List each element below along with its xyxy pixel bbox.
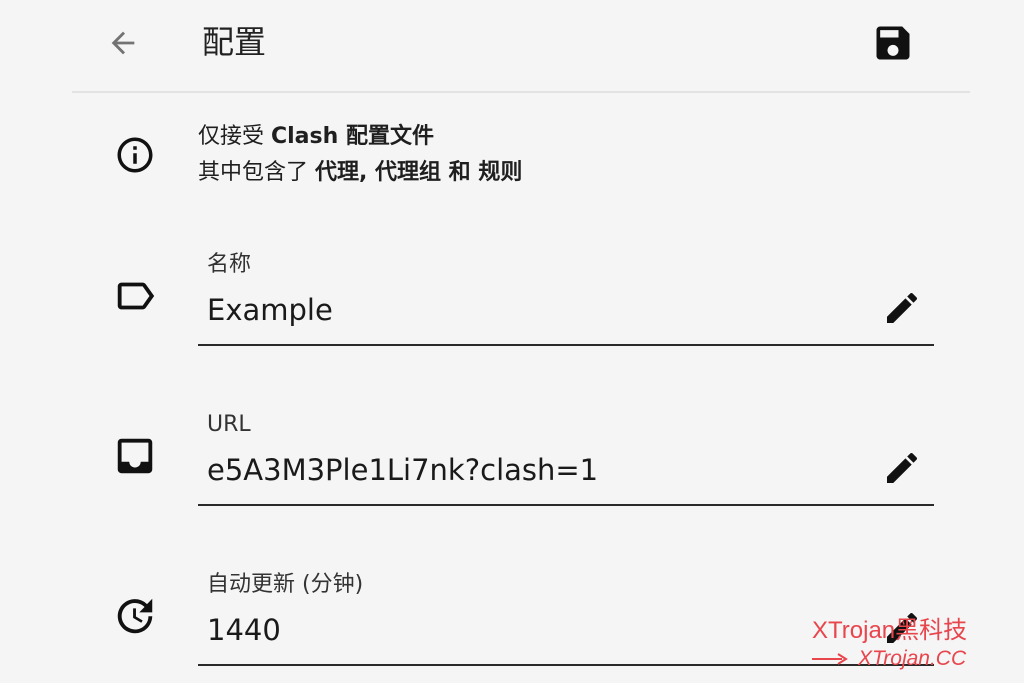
auto-update-field-value[interactable]: 1440 (207, 610, 281, 650)
pencil-icon (887, 292, 918, 323)
auto-update-field-label: 自动更新 (分钟) (207, 572, 364, 597)
info-icon (117, 137, 153, 173)
watermark-url-row: XTrojan.CC (812, 646, 967, 672)
name-field-value[interactable]: Example (207, 290, 333, 330)
pencil-icon (887, 452, 918, 483)
info-line-2: 其中包含了 代理, 代理组 和 规则 (198, 160, 523, 185)
page-title: 配置 (202, 23, 267, 61)
header-divider (72, 91, 970, 93)
watermark-title: XTrojan黑科技 (812, 617, 968, 644)
name-field-label: 名称 (207, 252, 252, 277)
update-clock-icon (112, 593, 158, 639)
watermark: XTrojan黑科技 XTrojan.CC (812, 616, 967, 672)
url-field[interactable]: URL e5A3M3Ple1Li7nk?clash=1 (198, 410, 934, 506)
watermark-url: XTrojan.CC (858, 647, 967, 670)
name-field-underline (198, 344, 934, 346)
name-field[interactable]: 名称 Example (198, 250, 934, 346)
edit-url-button[interactable] (880, 446, 924, 490)
url-field-label: URL (207, 412, 251, 437)
save-button[interactable] (870, 20, 916, 66)
app-bar: 配置 (0, 0, 1024, 90)
url-field-underline (198, 504, 934, 506)
info-description: 仅接受 Clash 配置文件 其中包含了 代理, 代理组 和 规则 (198, 119, 522, 191)
save-floppy-icon (876, 26, 910, 60)
back-button[interactable] (102, 22, 144, 64)
inbox-icon (112, 433, 158, 479)
arrow-back-icon (111, 31, 135, 55)
url-field-value[interactable]: e5A3M3Ple1Li7nk?clash=1 (207, 450, 598, 490)
edit-name-button[interactable] (880, 286, 924, 330)
arrow-right-icon (812, 653, 848, 665)
info-line-1: 仅接受 Clash 配置文件 (198, 124, 434, 149)
label-tag-icon (112, 273, 158, 319)
